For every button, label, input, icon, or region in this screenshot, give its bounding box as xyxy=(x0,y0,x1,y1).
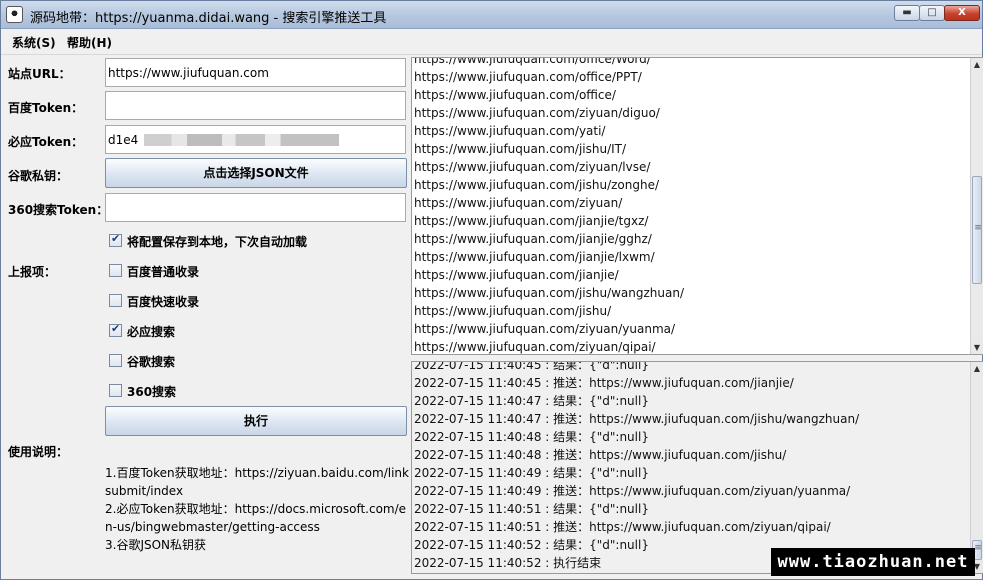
close-button[interactable]: X xyxy=(944,5,980,21)
url-list-item: https://www.jiufuquan.com/jishu/wangzhua… xyxy=(414,286,685,300)
url-list-item: https://www.jiufuquan.com/jishu/zonghe/ xyxy=(414,178,660,192)
url-list-item: https://www.jiufuquan.com/jianjie/gghz/ xyxy=(414,232,652,246)
checkbox-icon xyxy=(109,294,122,307)
watermark: www.tiaozhuan.net xyxy=(771,548,975,576)
checkbox-icon xyxy=(109,264,122,277)
maximize-button[interactable]: □ xyxy=(919,5,945,21)
scroll-up-icon[interactable]: ▲ xyxy=(971,58,983,71)
url-list-item: https://www.jiufuquan.com/jianjie/tgxz/ xyxy=(414,214,649,228)
instruction-line: 2.必应Token获取地址：https://docs.microsoft.com… xyxy=(105,502,407,534)
log-panel[interactable]: 2022-07-15 11:40:45 : 结果：{"d":null} 2022-… xyxy=(411,361,983,574)
log-scrollbar[interactable]: ▲ ▼ xyxy=(970,362,983,573)
url-list-item: https://www.jiufuquan.com/ziyuan/diguo/ xyxy=(414,106,660,120)
log-line: 2022-07-15 11:40:47 : 结果：{"d":null} xyxy=(414,394,649,408)
log-line: 2022-07-15 11:40:45 : 推送：https://www.jiu… xyxy=(414,376,794,390)
log-line: 2022-07-15 11:40:51 : 推送：https://www.jiu… xyxy=(414,520,831,534)
url-list-item: https://www.jiufuquan.com/jianjie/ xyxy=(414,268,619,282)
site-url-value: https://www.jiufuquan.com xyxy=(108,66,269,80)
menu-system[interactable]: 系统(S) xyxy=(12,34,56,51)
baidu-token-label: 百度Token： xyxy=(8,101,84,115)
bing-token-input[interactable]: d1e4 xyxy=(105,125,406,154)
url-list-item: https://www.jiufuquan.com/office/PPT/ xyxy=(414,70,642,84)
checkbox-icon xyxy=(109,384,122,397)
url-list-item: https://www.jiufuquan.com/ziyuan/lvse/ xyxy=(414,160,651,174)
minimize-button[interactable]: ▬ xyxy=(894,5,920,21)
baidu-token-input[interactable] xyxy=(105,91,406,120)
log-line: 2022-07-15 11:40:45 : 结果：{"d":null} xyxy=(414,361,649,372)
save-config-label: 将配置保存到本地，下次自动加载 xyxy=(127,235,308,249)
so360-token-input[interactable] xyxy=(105,193,406,222)
instruction-line: 1.百度Token获取地址：https://ziyuan.baidu.com/l… xyxy=(105,466,409,498)
site-url-input[interactable]: https://www.jiufuquan.com xyxy=(105,58,406,87)
url-list-item: https://www.jiufuquan.com/office/Word/ xyxy=(414,57,651,66)
panda-icon xyxy=(6,6,23,23)
log-line: 2022-07-15 11:40:47 : 推送：https://www.jiu… xyxy=(414,412,860,426)
instruction-line: 3.谷歌JSON私钥获 xyxy=(105,538,207,552)
log-list: 2022-07-15 11:40:45 : 结果：{"d":null} 2022-… xyxy=(414,361,969,572)
execute-button[interactable]: 执行 xyxy=(105,406,407,436)
url-list-item: https://www.jiufuquan.com/jishu/ xyxy=(414,304,612,318)
url-list-item: https://www.jiufuquan.com/ziyuan/ xyxy=(414,196,623,210)
url-list-item: https://www.jiufuquan.com/office/ xyxy=(414,88,616,102)
checkbox-icon xyxy=(109,322,122,337)
menu-help[interactable]: 帮助(H) xyxy=(67,34,112,51)
redacted-blur xyxy=(144,134,340,146)
url-list-item: https://www.jiufuquan.com/jishu/IT/ xyxy=(414,142,627,156)
log-line: 2022-07-15 11:40:49 : 推送：https://www.jiu… xyxy=(414,484,851,498)
log-line: 2022-07-15 11:40:48 : 结果：{"d":null} xyxy=(414,430,649,444)
report-item-label: 百度快速收录 xyxy=(127,295,200,309)
instructions-text: 1.百度Token获取地址：https://ziyuan.baidu.com/l… xyxy=(105,464,409,554)
so360-token-label: 360搜索Token： xyxy=(8,203,109,217)
url-list-item: https://www.jiufuquan.com/jianjie/lxwm/ xyxy=(414,250,655,264)
url-list-item: https://www.jiufuquan.com/ziyuan/qipai/ xyxy=(414,340,656,354)
site-url-label: 站点URL： xyxy=(8,67,71,81)
log-line: 2022-07-15 11:40:48 : 推送：https://www.jiu… xyxy=(414,448,787,462)
bing-token-value: d1e4 xyxy=(108,133,139,147)
report-item-label: 谷歌搜索 xyxy=(127,355,176,369)
app-window: 源码地带：https://yuanma.didai.wang - 搜索引擎推送工… xyxy=(0,0,983,580)
report-item-label: 百度普通收录 xyxy=(127,265,200,279)
url-list-item: https://www.jiufuquan.com/ziyuan/yuanma/ xyxy=(414,322,676,336)
choose-json-button[interactable]: 点击选择JSON文件 xyxy=(105,158,407,188)
report-items-label: 上报项： xyxy=(8,265,57,279)
url-list: https://www.jiufuquan.com/office/Word/ht… xyxy=(414,57,969,354)
log-line: 2022-07-15 11:40:49 : 结果：{"d":null} xyxy=(414,466,649,480)
report-item-label: 必应搜索 xyxy=(127,325,176,339)
log-line: 2022-07-15 11:40:51 : 结果：{"d":null} xyxy=(414,502,649,516)
scroll-down-icon[interactable]: ▼ xyxy=(971,341,983,354)
bing-token-label: 必应Token： xyxy=(8,135,84,149)
menu-bar: 系统(S) 帮助(H) xyxy=(1,29,982,55)
url-list-scrollbar[interactable]: ▲ ▼ xyxy=(970,58,983,354)
scroll-up-icon[interactable]: ▲ xyxy=(971,362,983,375)
checkbox-icon xyxy=(109,354,122,367)
report-item-label: 360搜索 xyxy=(127,385,177,399)
instructions-label: 使用说明： xyxy=(8,445,69,459)
google-key-label: 谷歌私钥： xyxy=(8,169,69,183)
checkbox-icon xyxy=(109,232,122,247)
title-bar: 源码地带：https://yuanma.didai.wang - 搜索引擎推送工… xyxy=(1,1,982,29)
url-list-panel[interactable]: https://www.jiufuquan.com/office/Word/ht… xyxy=(411,57,983,355)
url-list-item: https://www.jiufuquan.com/yati/ xyxy=(414,124,606,138)
scroll-thumb[interactable] xyxy=(972,176,983,284)
window-title: 源码地带：https://yuanma.didai.wang - 搜索引擎推送工… xyxy=(30,11,387,26)
